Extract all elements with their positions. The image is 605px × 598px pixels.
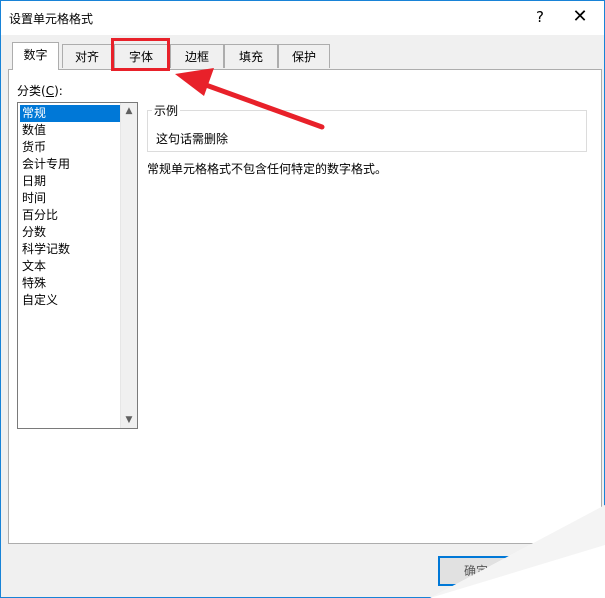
page-curl-watermark — [430, 505, 605, 598]
